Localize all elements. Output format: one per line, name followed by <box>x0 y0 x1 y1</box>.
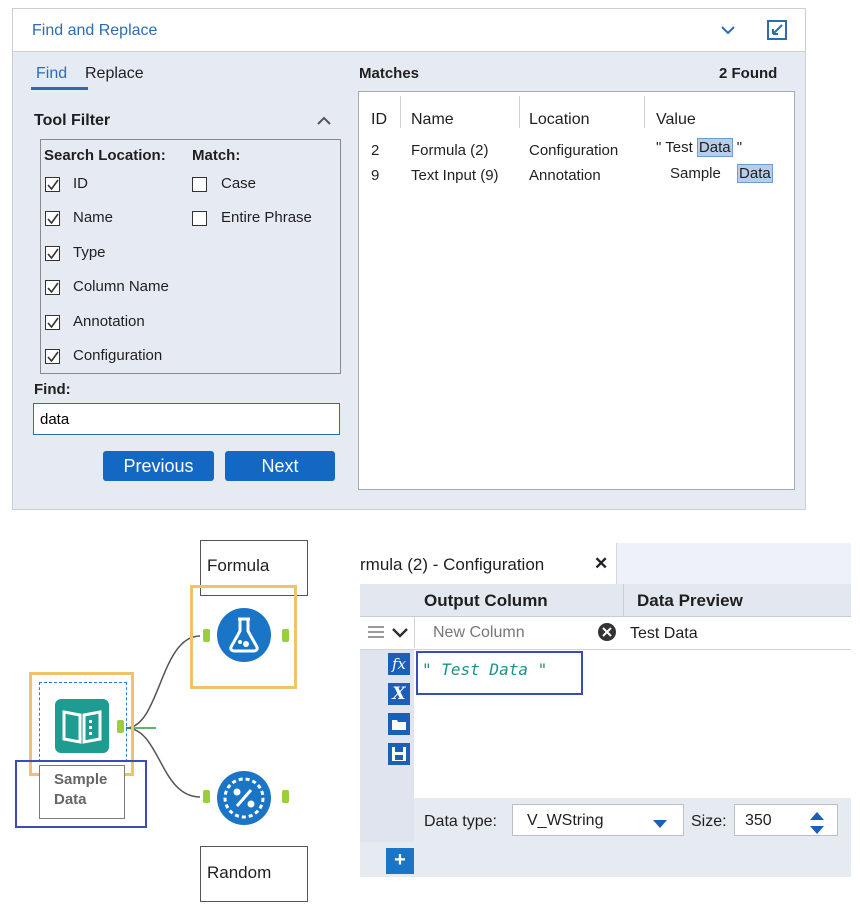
chevron-down-icon[interactable] <box>391 626 409 645</box>
formula-tool-icon[interactable] <box>216 607 272 668</box>
config-tab[interactable]: rmula (2) - Configuration ✕ <box>360 543 617 584</box>
matches-title: Matches <box>359 65 420 82</box>
random-tool-icon[interactable] <box>216 770 272 831</box>
drag-handle-icon[interactable] <box>368 623 384 646</box>
output-column-header: Output Column <box>424 591 548 610</box>
sample-output-anchor[interactable] <box>117 720 124 733</box>
column-header-row: Output Column Data Preview <box>360 584 851 617</box>
configuration-panel: rmula (2) - Configuration ✕ Output Colum… <box>360 543 851 877</box>
cell-location: Annotation <box>529 167 601 184</box>
chevron-down-icon[interactable] <box>719 21 737 44</box>
random-annotation[interactable]: Random <box>200 846 308 902</box>
dropdown-arrow-icon[interactable] <box>653 816 667 834</box>
matches-table: ID Name Location Value 2 Formula (2) Con… <box>358 91 795 490</box>
text-input-tool-icon[interactable] <box>54 698 110 759</box>
cell-value: " Test Data " <box>656 138 743 157</box>
random-input-anchor[interactable] <box>203 790 210 803</box>
table-row[interactable]: 9 Text Input (9) Annotation Sample Data <box>359 162 794 186</box>
column-header-value[interactable]: Value <box>656 111 696 129</box>
data-preview-header: Data Preview <box>637 591 743 610</box>
formula-input-anchor[interactable] <box>203 629 210 642</box>
output-column-field[interactable]: New Column <box>414 617 624 648</box>
data-type-value: V_WString <box>527 812 604 829</box>
value-highlight: Data <box>737 164 773 183</box>
stepper-down-icon[interactable] <box>809 822 825 840</box>
variable-icon[interactable]: X <box>388 683 410 705</box>
value-suffix: " <box>732 139 743 156</box>
value-highlight: Data <box>696 138 733 157</box>
cell-id: 2 <box>371 142 380 159</box>
column-header-id[interactable]: ID <box>371 111 387 129</box>
clear-icon[interactable] <box>597 622 617 647</box>
function-icon[interactable]: fx <box>388 653 410 675</box>
highlight-box-sample <box>15 760 147 828</box>
data-type-select[interactable]: V_WString <box>512 804 684 836</box>
size-label: Size: <box>691 813 727 830</box>
undock-icon[interactable] <box>765 18 789 47</box>
table-row[interactable]: 2 Formula (2) Configuration " Test Data … <box>359 136 794 160</box>
size-stepper[interactable]: 350 <box>734 804 838 836</box>
formula-output-anchor[interactable] <box>282 629 289 642</box>
cell-location: Configuration <box>529 142 619 159</box>
add-expression-button[interactable]: + <box>386 848 414 874</box>
save-icon[interactable] <box>388 743 410 765</box>
random-output-anchor[interactable] <box>282 790 289 803</box>
value-prefix: Sample <box>670 165 726 182</box>
cell-name: Text Input (9) <box>411 167 499 184</box>
value-prefix: " Test <box>656 139 697 156</box>
expression-row[interactable]: New Column Test Data <box>360 617 851 650</box>
cell-name: Formula (2) <box>411 142 489 159</box>
data-type-label: Data type: <box>424 813 497 830</box>
highlight-box-expression <box>416 651 583 695</box>
column-header-name[interactable]: Name <box>411 111 454 129</box>
cell-id: 9 <box>371 167 380 184</box>
column-header-location[interactable]: Location <box>529 111 590 129</box>
data-type-bar: Data type: V_WString Size: 350 <box>414 798 851 842</box>
config-tab-title: rmula (2) - Configuration <box>360 555 545 574</box>
cell-value: Sample Data <box>670 164 773 183</box>
connector-formula <box>125 635 201 729</box>
size-value: 350 <box>745 812 772 829</box>
output-column-placeholder: New Column <box>433 624 525 641</box>
open-folder-icon[interactable] <box>388 713 410 735</box>
footer-bar <box>360 842 851 877</box>
close-icon[interactable]: ✕ <box>594 554 608 574</box>
matches-count: 2 Found <box>719 65 778 82</box>
data-preview-value: Test Data <box>630 625 698 642</box>
